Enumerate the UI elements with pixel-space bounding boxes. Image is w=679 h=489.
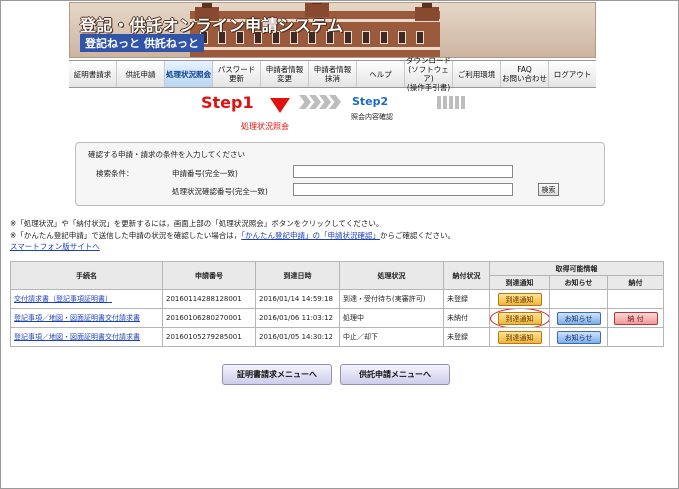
- step1-label: Step1: [201, 93, 254, 112]
- nav-applicant-delete[interactable]: 申請者情報 抹消: [309, 61, 357, 87]
- payment-status-cell: 未登録: [443, 289, 490, 309]
- search-button[interactable]: 検索: [538, 183, 559, 196]
- col-procedure: 手続名: [10, 261, 163, 290]
- col-payment: 納付: [606, 275, 665, 290]
- step1-sublabel: 処理状況照会: [241, 122, 289, 131]
- search-panel: 確認する申請・請求の条件を入力してください 検索条件： 申請番号(完全一致) 処…: [75, 142, 605, 206]
- payment-status-cell: 未登録: [443, 327, 490, 347]
- nav-download[interactable]: ダウンロード (ソフトウェア) (操作手引書): [405, 56, 453, 92]
- note-easy-prefix: ※「かんたん登記申請」で送信した申請の状況を確認したい場合は，: [10, 231, 242, 240]
- highlight-ring: 到達通知: [490, 309, 549, 327]
- step-chevrons-icon: [299, 95, 341, 109]
- note-easy-suffix: からご確認ください。: [380, 231, 456, 240]
- note-refresh: ※「処理状況」や「納付状況」を更新するには，画面上部の「処理状況照会」ボタンをク…: [10, 219, 384, 228]
- col-notice: お知らせ: [549, 275, 608, 290]
- step-bars-icon: [437, 96, 465, 109]
- payment-cell-empty: [606, 327, 665, 347]
- arrival-notice-button[interactable]: 到達通知: [497, 311, 542, 325]
- col-arrival-datetime: 到達日時: [255, 261, 340, 290]
- nav-status-inquiry[interactable]: 処理状況照会: [165, 61, 213, 87]
- nav-logout[interactable]: ログアウト: [549, 61, 596, 87]
- header-banner: 登記・供託オンライン申請システム 登記ねっと 供託ねっと: [69, 2, 596, 58]
- smartphone-site-link[interactable]: スマートフォン版サイトへ: [10, 242, 100, 251]
- col-status: 処理状況: [339, 261, 444, 290]
- nav-faq[interactable]: FAQ お問い合わせ: [501, 61, 549, 87]
- payment-status-cell: 未納付: [443, 308, 490, 328]
- nav-password-update[interactable]: パスワード 更新: [213, 61, 261, 87]
- status-cell: 到達・受付待ち(実審許可): [339, 289, 444, 309]
- procedure-link[interactable]: 登記事項／地図・図面証明書交付請求書: [14, 314, 140, 322]
- col-payment-status: 納付状況: [443, 261, 490, 290]
- main-nav: 証明書請求 供託申請 処理状況照会 パスワード 更新 申請者情報 変更 申請者情…: [69, 56, 596, 92]
- application-no-cell: 20160105279285001: [162, 327, 256, 347]
- deposit-menu-button[interactable]: 供託申請メニューへ: [340, 364, 450, 385]
- status-cell: 処理中: [339, 308, 444, 328]
- table-row: 交付請求書（登記事項証明書） 20160114288128001 2016/01…: [10, 289, 665, 309]
- col-arrival-notice: 到達通知: [489, 275, 550, 290]
- arrival-datetime-cell: 2016/01/06 11:03:12: [255, 308, 340, 328]
- table-row: 登記事項／地図・図面証明書交付請求書 20160106280270001 201…: [10, 308, 665, 328]
- status-check-no-label: 処理状況確認番号(完全一致): [172, 187, 268, 196]
- nav-cert-request[interactable]: 証明書請求: [69, 61, 117, 87]
- col-available-info: 取得可能情報: [488, 261, 665, 276]
- site-subtitle-logo: 登記ねっと 供託ねっと: [80, 34, 204, 52]
- application-no-input[interactable]: [293, 165, 513, 178]
- status-cell: 中止／却下: [339, 327, 444, 347]
- arrival-datetime-cell: 2016/01/05 14:30:12: [255, 327, 340, 347]
- application-no-cell: 20160114288128001: [162, 289, 256, 309]
- procedure-link[interactable]: 交付請求書（登記事項証明書）: [14, 295, 112, 303]
- tower-right: [415, 3, 439, 21]
- search-condition-label: 検索条件：: [96, 169, 134, 178]
- note-smartphone: スマートフォン版サイトへ: [10, 241, 100, 252]
- nav-help[interactable]: ヘルプ: [357, 61, 405, 87]
- notice-button[interactable]: お知らせ: [556, 311, 601, 325]
- arrival-datetime-cell: 2016/01/14 14:59:18: [255, 289, 340, 309]
- notice-button[interactable]: お知らせ: [556, 330, 601, 344]
- step2-label: Step2: [352, 95, 389, 108]
- step1-arrow-icon: [270, 98, 290, 113]
- application-no-label: 申請番号(完全一致): [172, 169, 238, 178]
- search-heading: 確認する申請・請求の条件を入力してください: [88, 150, 246, 159]
- nav-environment[interactable]: ご利用環境: [453, 61, 501, 87]
- results-table: 手続名 申請番号 到達日時 処理状況 納付状況 取得可能情報 到達通知 お知らせ…: [10, 261, 665, 347]
- step2-sublabel: 照会内容確認: [351, 113, 393, 121]
- site-title: 登記・供託オンライン申請システム: [80, 16, 344, 35]
- cert-request-menu-button[interactable]: 証明書請求メニューへ: [222, 364, 332, 385]
- arrival-notice-button[interactable]: 到達通知: [497, 292, 542, 306]
- pay-button[interactable]: 納 付: [613, 311, 658, 325]
- procedure-link[interactable]: 登記事項／地図・図面証明書交付請求書: [14, 333, 140, 341]
- note-easy-registration: ※「かんたん登記申請」で送信した申請の状況を確認したい場合は，「かんたん登記申請…: [10, 230, 455, 241]
- easy-registration-status-link[interactable]: 「かんたん登記申請」の「申請状況確認」: [241, 231, 380, 240]
- nav-applicant-change[interactable]: 申請者情報 変更: [261, 61, 309, 87]
- payment-cell-empty: [606, 289, 665, 309]
- status-check-no-input[interactable]: [293, 183, 513, 196]
- arrival-notice-button[interactable]: 到達通知: [497, 330, 542, 344]
- notice-cell-empty: [549, 289, 608, 309]
- col-application-no: 申請番号: [162, 261, 256, 290]
- table-row: 登記事項／地図・図面証明書交付請求書 20160105279285001 201…: [10, 327, 665, 347]
- nav-deposit-application[interactable]: 供託申請: [117, 61, 165, 87]
- application-no-cell: 20160106280270001: [162, 308, 256, 328]
